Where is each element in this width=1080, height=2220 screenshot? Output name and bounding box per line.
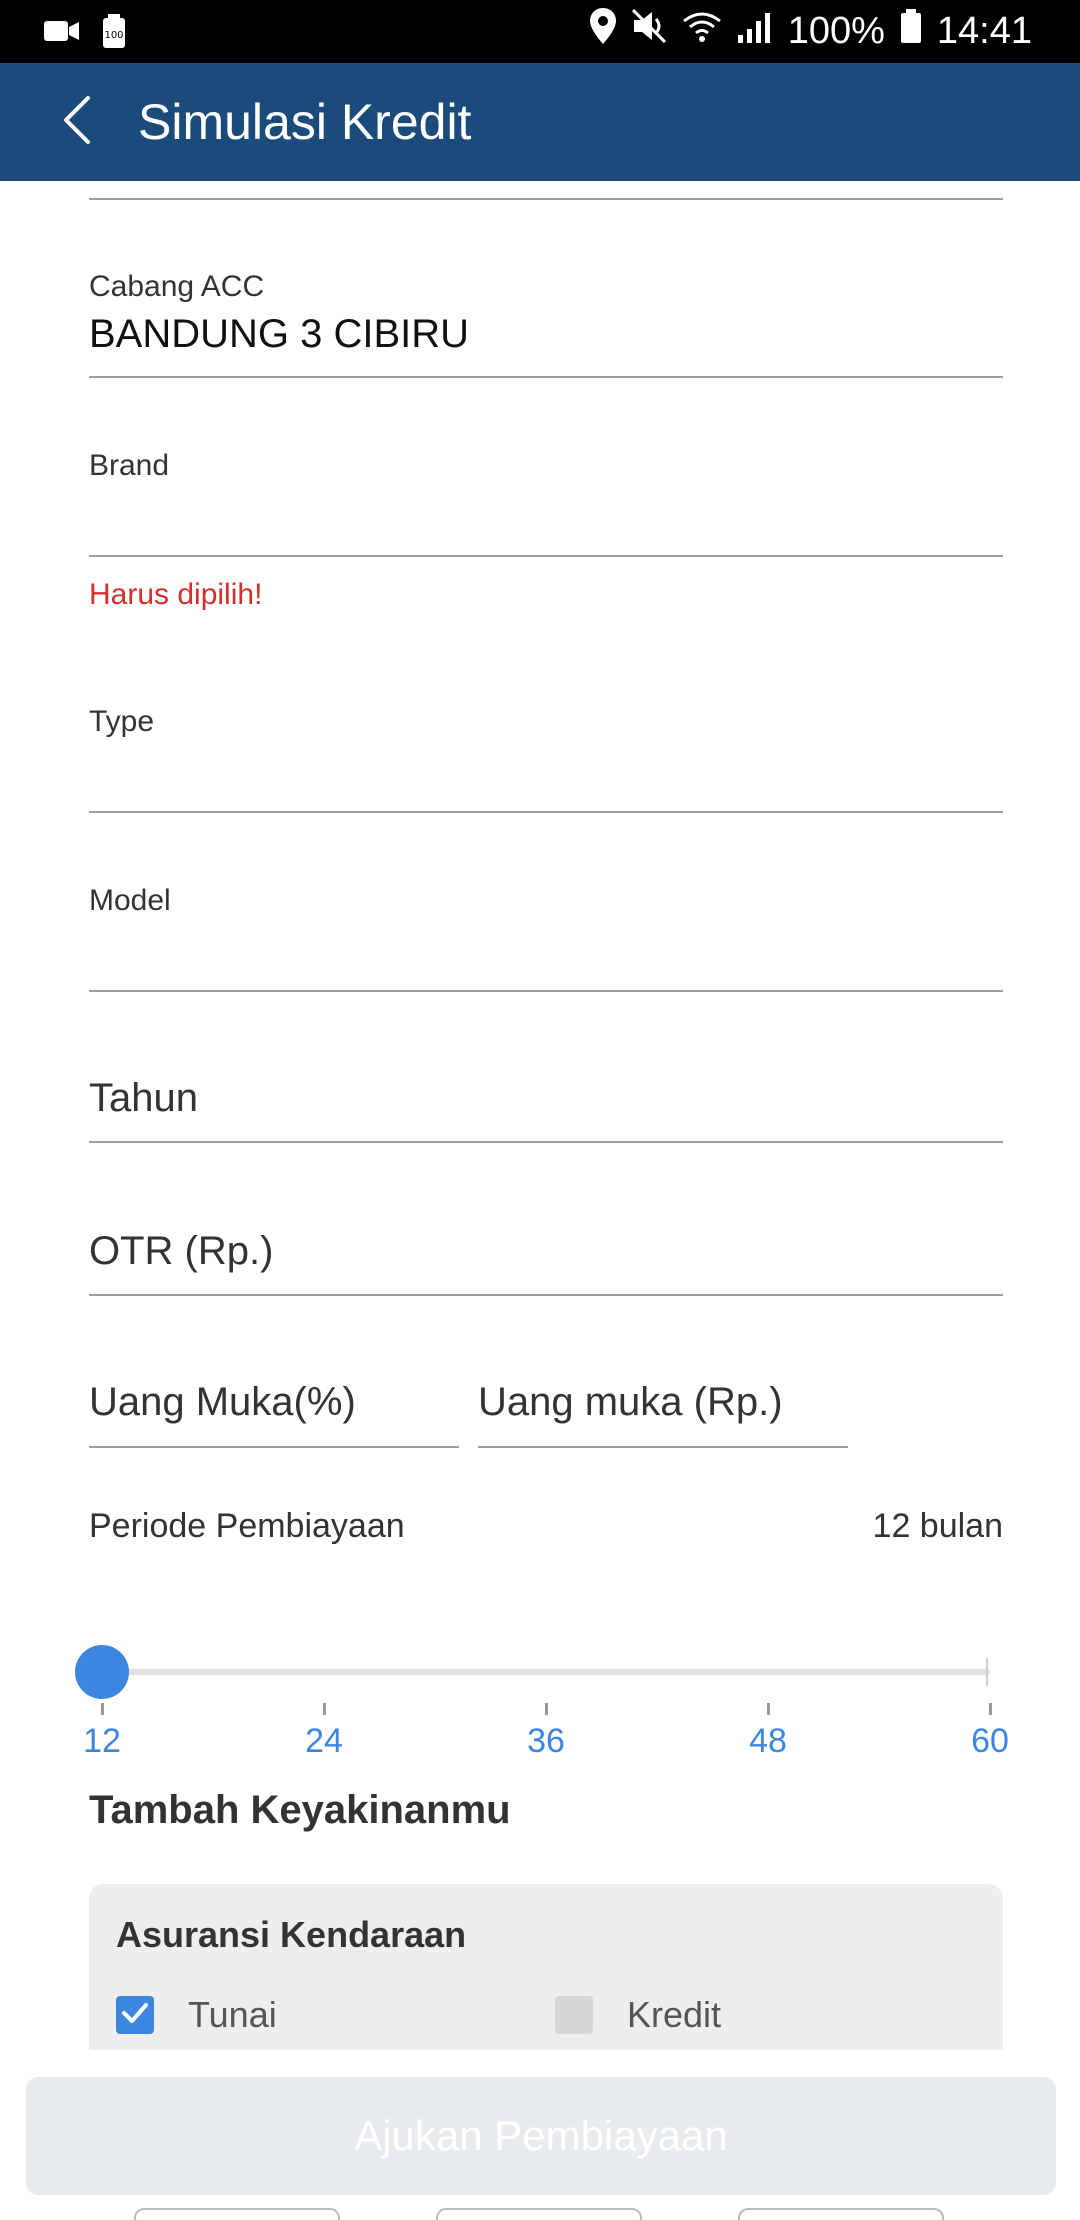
- checkbox-kredit[interactable]: [555, 1996, 593, 2034]
- tahun-placeholder: Tahun: [89, 1076, 198, 1120]
- cabang-underline: [89, 376, 1003, 378]
- section-title: Tambah Keyakinanmu: [89, 1788, 511, 1832]
- brand-error: Harus dipilih!: [89, 578, 263, 611]
- periode-value: 12 bulan: [872, 1507, 1003, 1545]
- bottom-tab[interactable]: [738, 2208, 944, 2220]
- periode-slider-track[interactable]: [102, 1669, 990, 1675]
- slider-tick-label: 60: [971, 1722, 1009, 1760]
- svg-text:100: 100: [104, 30, 123, 41]
- bottom-tab[interactable]: [436, 2208, 642, 2220]
- slider-tick-label: 48: [749, 1722, 787, 1760]
- back-button[interactable]: [40, 85, 114, 159]
- tahun-underline: [89, 1141, 1003, 1143]
- model-underline: [89, 990, 1003, 992]
- slider-tick: [545, 1703, 548, 1715]
- type-underline: [89, 811, 1003, 813]
- clock: 14:41: [936, 9, 1032, 52]
- signal-icon: [737, 10, 772, 53]
- type-field[interactable]: Type: [89, 705, 1003, 815]
- periode-slider-thumb[interactable]: [75, 1645, 129, 1699]
- model-label: Model: [89, 884, 171, 917]
- check-icon: [121, 2001, 149, 2030]
- option-tunai-label: Tunai: [188, 1994, 277, 2035]
- option-kredit[interactable]: Kredit: [555, 1994, 721, 2036]
- slider-tick-label: 12: [83, 1722, 121, 1760]
- battery-icon: [900, 9, 921, 53]
- otr-underline: [89, 1294, 1003, 1296]
- wifi-icon: [682, 10, 722, 53]
- uang-muka-percent-underline: [89, 1446, 459, 1448]
- divider: [89, 198, 1003, 200]
- video-camera-icon: [44, 19, 80, 48]
- battery-percent: 100%: [787, 9, 885, 52]
- cabang-field[interactable]: Cabang ACC BANDUNG 3 CIBIRU: [89, 270, 1003, 380]
- location-icon: [589, 8, 616, 54]
- bottom-tab[interactable]: [134, 2208, 340, 2220]
- slider-tick-label: 36: [527, 1722, 565, 1760]
- otr-field[interactable]: OTR (Rp.): [89, 1223, 1003, 1303]
- asuransi-title: Asuransi Kendaraan: [116, 1914, 467, 1955]
- slider-tick: [767, 1703, 770, 1715]
- cabang-label: Cabang ACC: [89, 270, 265, 303]
- app-bar: Simulasi Kredit: [0, 63, 1080, 181]
- page-title: Simulasi Kredit: [138, 94, 472, 150]
- brand-underline: [89, 555, 1003, 557]
- mute-icon: [631, 8, 666, 53]
- otr-placeholder: OTR (Rp.): [89, 1229, 274, 1273]
- slider-tick: [101, 1703, 104, 1715]
- option-tunai[interactable]: Tunai: [116, 1994, 277, 2036]
- checkbox-tunai[interactable]: [116, 1996, 154, 2034]
- uang-muka-rp-underline: [478, 1446, 848, 1448]
- uang-muka-percent-field[interactable]: Uang Muka(%): [89, 1370, 459, 1450]
- model-field[interactable]: Model: [89, 884, 1003, 994]
- slider-tick: [989, 1703, 992, 1715]
- submit-button[interactable]: Ajukan Pembiayaan: [26, 2077, 1056, 2195]
- periode-label: Periode Pembiayaan: [89, 1507, 405, 1545]
- cabang-value: BANDUNG 3 CIBIRU: [89, 312, 470, 356]
- uang-muka-rp-placeholder: Uang muka (Rp.): [478, 1380, 783, 1424]
- status-bar: 100 100% 14:41: [0, 0, 1080, 63]
- slider-tick: [323, 1703, 326, 1715]
- uang-muka-percent-placeholder: Uang Muka(%): [89, 1380, 356, 1424]
- tahun-field[interactable]: Tahun: [89, 1070, 1003, 1150]
- option-kredit-label: Kredit: [627, 1994, 722, 2035]
- chevron-left-icon: [62, 95, 92, 149]
- slider-end-marker: [986, 1658, 988, 1686]
- slider-tick-label: 24: [305, 1722, 343, 1760]
- brand-label: Brand: [89, 449, 170, 482]
- type-label: Type: [89, 705, 155, 738]
- battery-saver-icon: 100: [102, 14, 126, 53]
- uang-muka-rp-field[interactable]: Uang muka (Rp.): [478, 1370, 848, 1450]
- asuransi-card: Asuransi Kendaraan Tunai Kredit: [89, 1884, 1003, 2050]
- brand-field[interactable]: Brand: [89, 449, 1003, 559]
